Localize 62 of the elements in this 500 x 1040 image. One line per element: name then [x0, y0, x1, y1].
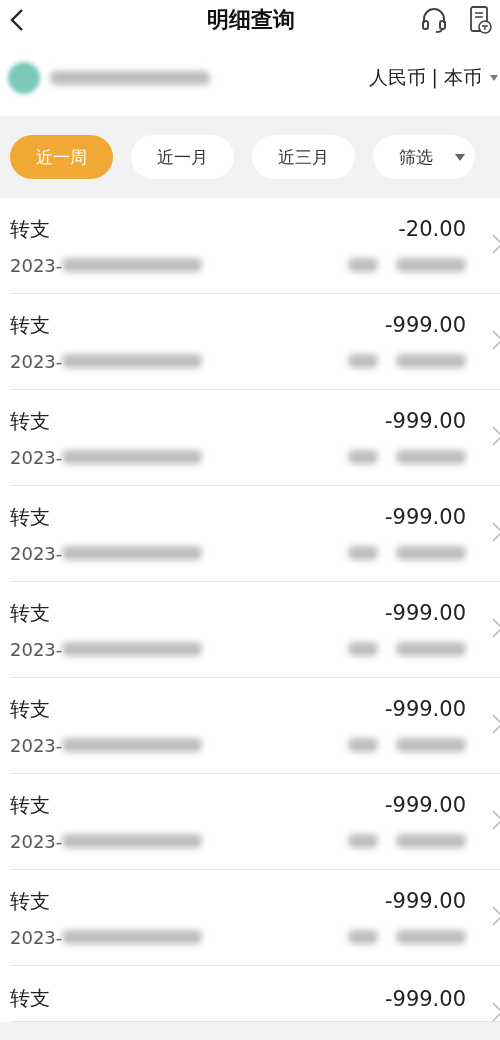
blurred-balance [396, 834, 466, 848]
blurred-balance [396, 450, 466, 464]
period-tab[interactable]: 近一月 [131, 135, 234, 179]
transaction-amount: -999.00 [384, 889, 466, 913]
blurred-label [348, 738, 378, 752]
caret-icon [490, 75, 498, 81]
transaction-amount: -20.00 [398, 217, 466, 241]
filter-dropdown[interactable]: 筛选 [373, 135, 475, 179]
transaction-amount: -999.00 [384, 986, 466, 1011]
blurred-balance [396, 930, 466, 944]
back-icon[interactable] [10, 8, 24, 32]
transaction-amount: -999.00 [384, 313, 466, 337]
transaction-date: 2023- [10, 830, 63, 852]
transaction-date: 2023- [10, 350, 63, 372]
blurred-label [348, 546, 378, 560]
blurred-label [348, 930, 378, 944]
transaction-type: 转支 [10, 215, 50, 243]
blurred-label [348, 354, 378, 368]
transaction-amount: -999.00 [384, 409, 466, 433]
page-title: 明细查询 [207, 6, 295, 34]
currency-selector[interactable]: 人民币 | 本币 [368, 65, 500, 91]
transaction-type: 转支 [10, 887, 50, 915]
blurred-label [348, 642, 378, 656]
blurred-balance [396, 546, 466, 560]
transaction-amount: -999.00 [384, 697, 466, 721]
transaction-amount: -999.00 [384, 793, 466, 817]
transaction-amount: -999.00 [384, 601, 466, 625]
blurred-label [348, 450, 378, 464]
caret-icon [455, 153, 465, 161]
blurred-balance [396, 354, 466, 368]
blurred-label [348, 834, 378, 848]
transaction-date: 2023- [10, 254, 63, 276]
transaction-type: 转支 [10, 695, 50, 723]
transaction-type: 转支 [10, 985, 50, 1012]
blurred-balance [396, 738, 466, 752]
blurred-balance [396, 642, 466, 656]
chevron-right-icon [492, 906, 500, 926]
transaction-date: 2023- [10, 542, 63, 564]
transaction-date: 2023- [10, 638, 63, 660]
transaction-type: 转支 [10, 791, 50, 819]
chevron-right-icon [492, 234, 500, 254]
chevron-right-icon [492, 618, 500, 638]
transaction-date: 2023- [10, 446, 63, 468]
transaction-date: 2023- [10, 926, 63, 948]
blurred-label [348, 258, 378, 272]
chevron-right-icon [492, 714, 500, 734]
transaction-type: 转支 [10, 311, 50, 339]
transaction-type: 转支 [10, 503, 50, 531]
transaction-date: 2023- [10, 734, 63, 756]
transaction-type: 转支 [10, 599, 50, 627]
document-icon[interactable] [470, 6, 492, 34]
transaction-type: 转支 [10, 407, 50, 435]
blurred-balance [396, 258, 466, 272]
headset-icon[interactable] [420, 6, 448, 34]
account-avatar [8, 62, 40, 94]
chevron-right-icon [492, 810, 500, 830]
chevron-right-icon [492, 1002, 500, 1022]
chevron-right-icon [492, 330, 500, 350]
chevron-right-icon [492, 426, 500, 446]
chevron-right-icon [492, 522, 500, 542]
period-tab[interactable]: 近三月 [252, 135, 355, 179]
transaction-amount: -999.00 [384, 505, 466, 529]
